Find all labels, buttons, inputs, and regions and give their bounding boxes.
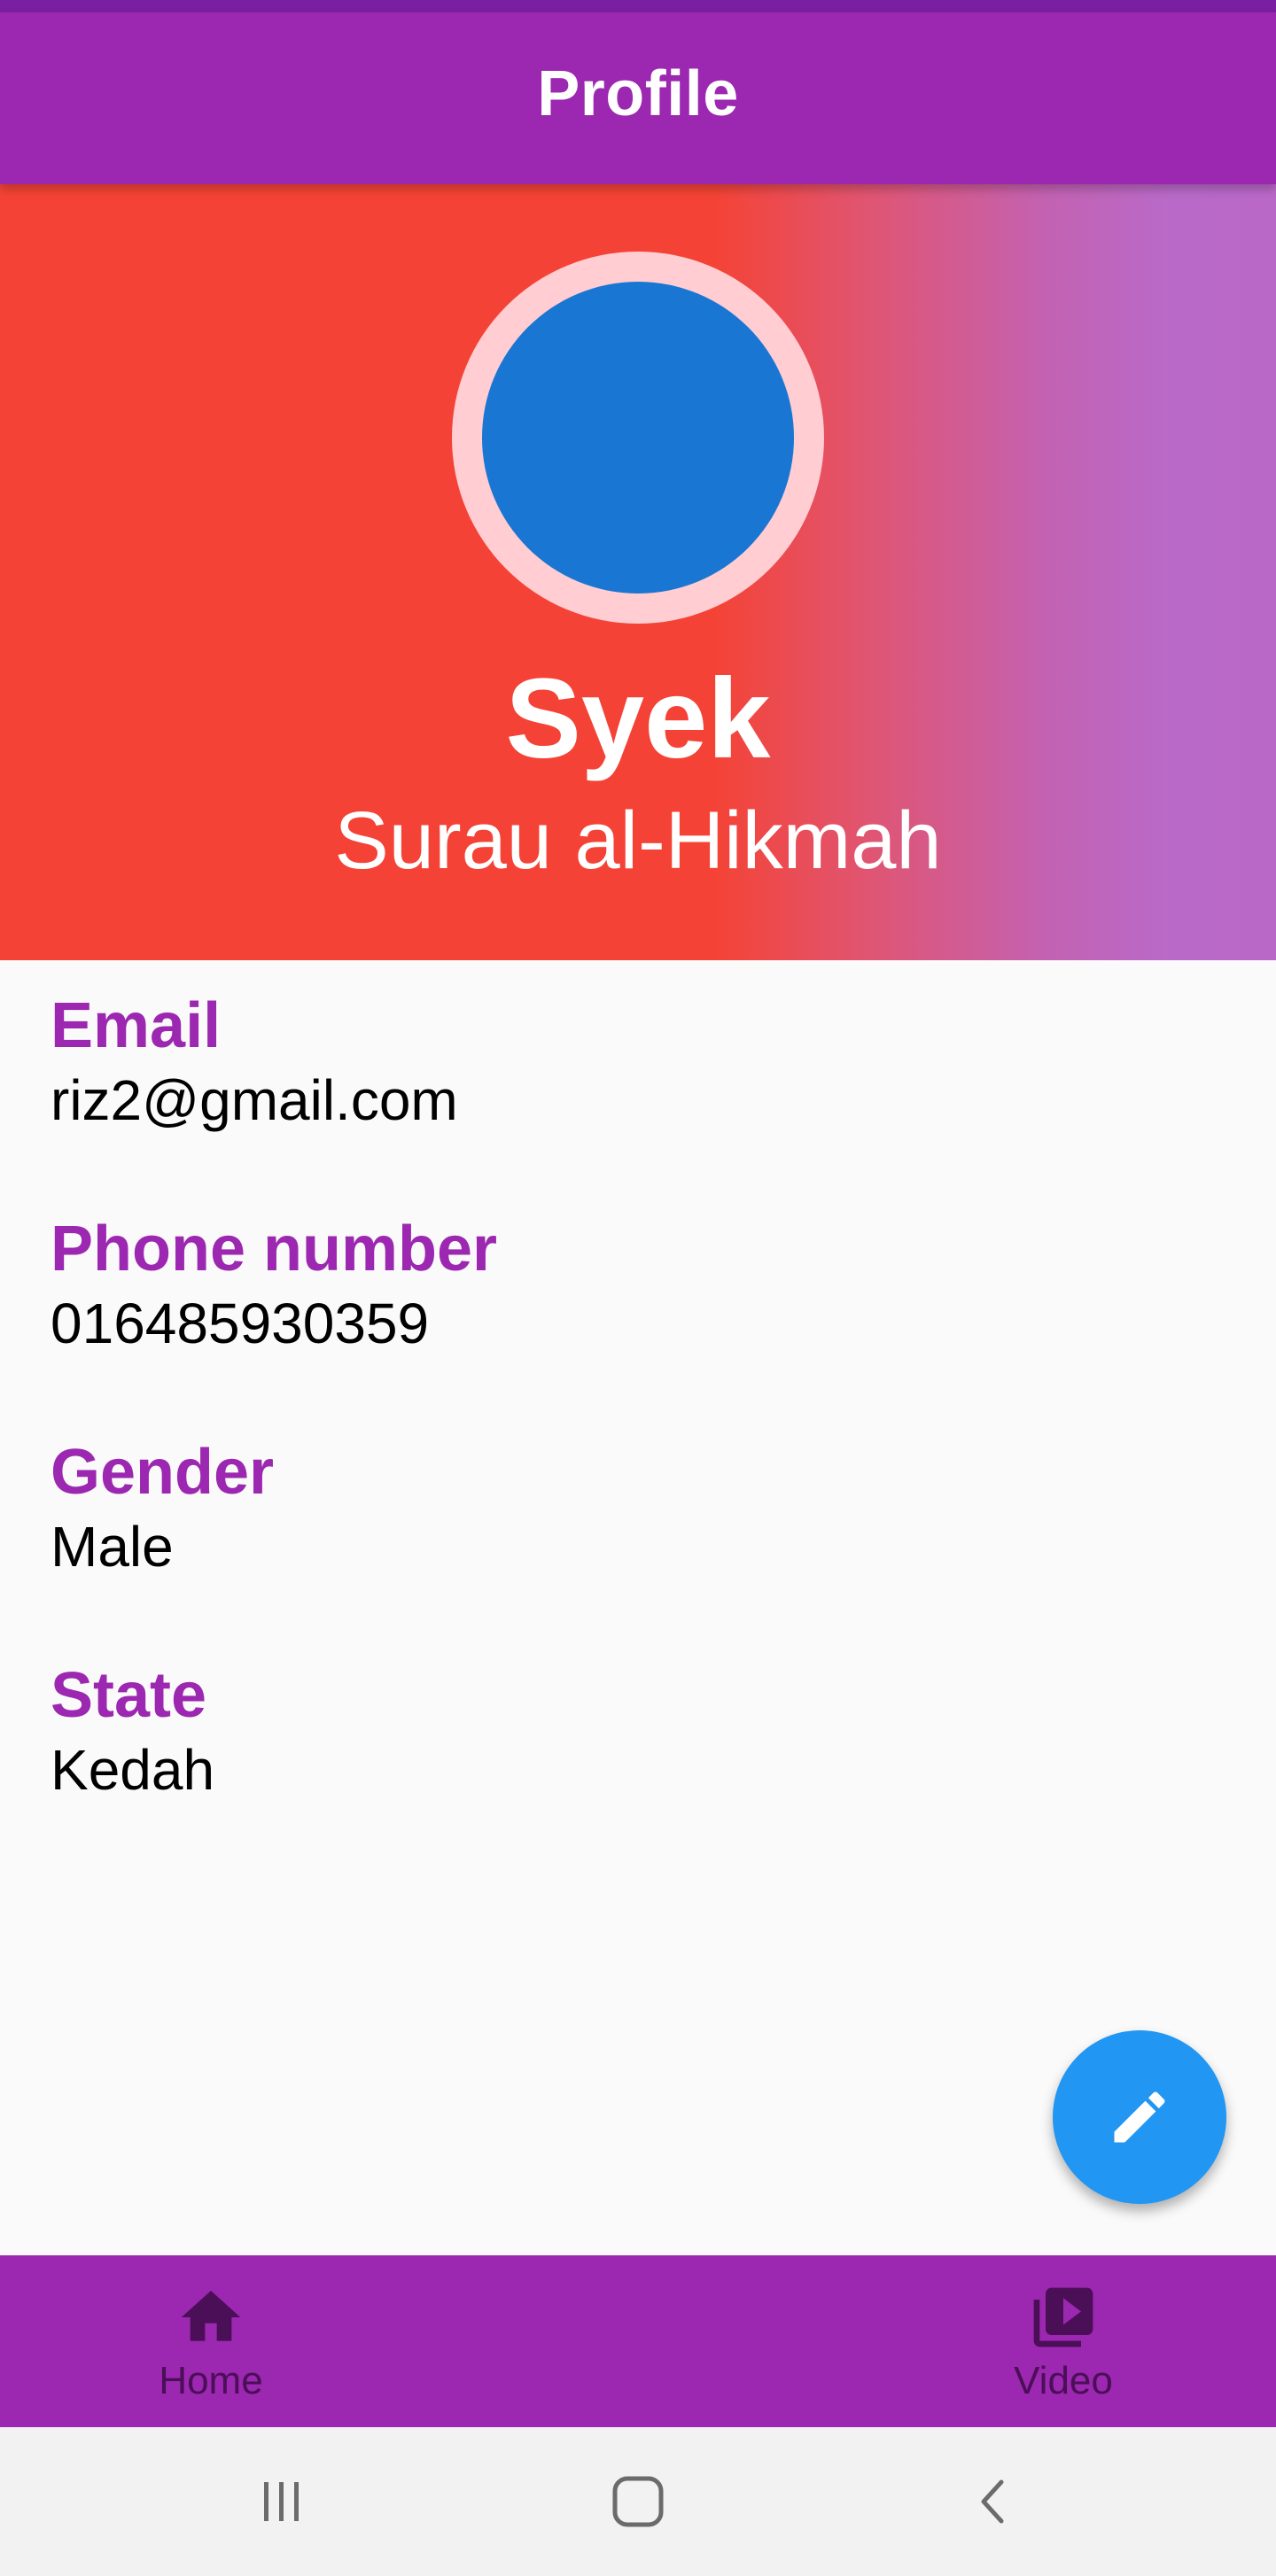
back-icon	[981, 2479, 1004, 2524]
app-bar: Profile	[0, 12, 1276, 184]
phone-field: Phone number 016485930359	[51, 1217, 497, 1352]
nav-label-home: Home	[159, 2359, 263, 2402]
avatar[interactable]	[482, 282, 794, 594]
home-button-icon	[612, 2476, 664, 2527]
back-button[interactable]	[923, 2427, 1065, 2576]
state-field: State Kedah	[51, 1664, 214, 1798]
gender-value: Male	[51, 1515, 174, 1579]
profile-name: Syek	[505, 656, 771, 782]
avatar-ring	[452, 252, 824, 624]
bottom-navigation: Home Video	[0, 2255, 1276, 2427]
email-field: Email riz2@gmail.com	[51, 994, 458, 1129]
gender-field: Gender Male	[51, 1440, 274, 1575]
phone-label: Phone number	[51, 1214, 498, 1284]
recent-apps-button[interactable]	[211, 2427, 353, 2576]
recent-apps-icon	[264, 2482, 299, 2521]
home-icon	[181, 2291, 241, 2341]
home-button[interactable]	[567, 2427, 709, 2576]
profile-header: Syek Surau al-Hikmah	[0, 184, 1276, 960]
nav-item-home[interactable]: Home	[78, 2255, 344, 2427]
page-title: Profile	[537, 58, 739, 129]
phone-value: 016485930359	[51, 1292, 430, 1355]
video-library-icon	[1033, 2287, 1093, 2347]
email-label: Email	[51, 990, 222, 1061]
status-bar	[0, 0, 1276, 12]
state-label: State	[51, 1660, 207, 1731]
system-navigation-bar	[0, 2427, 1276, 2576]
email-value: riz2@gmail.com	[51, 1068, 458, 1132]
profile-organization: Surau al-Hikmah	[334, 795, 942, 886]
profile-screen: Profile Syek Surau al-Hikmah Email riz2@…	[0, 0, 1276, 2576]
nav-item-video[interactable]: Video	[930, 2255, 1196, 2427]
state-value: Kedah	[51, 1738, 215, 1802]
nav-label-video: Video	[1014, 2359, 1113, 2402]
edit-profile-button[interactable]	[1053, 2030, 1226, 2204]
edit-icon	[1114, 2091, 1165, 2143]
gender-label: Gender	[51, 1437, 275, 1508]
